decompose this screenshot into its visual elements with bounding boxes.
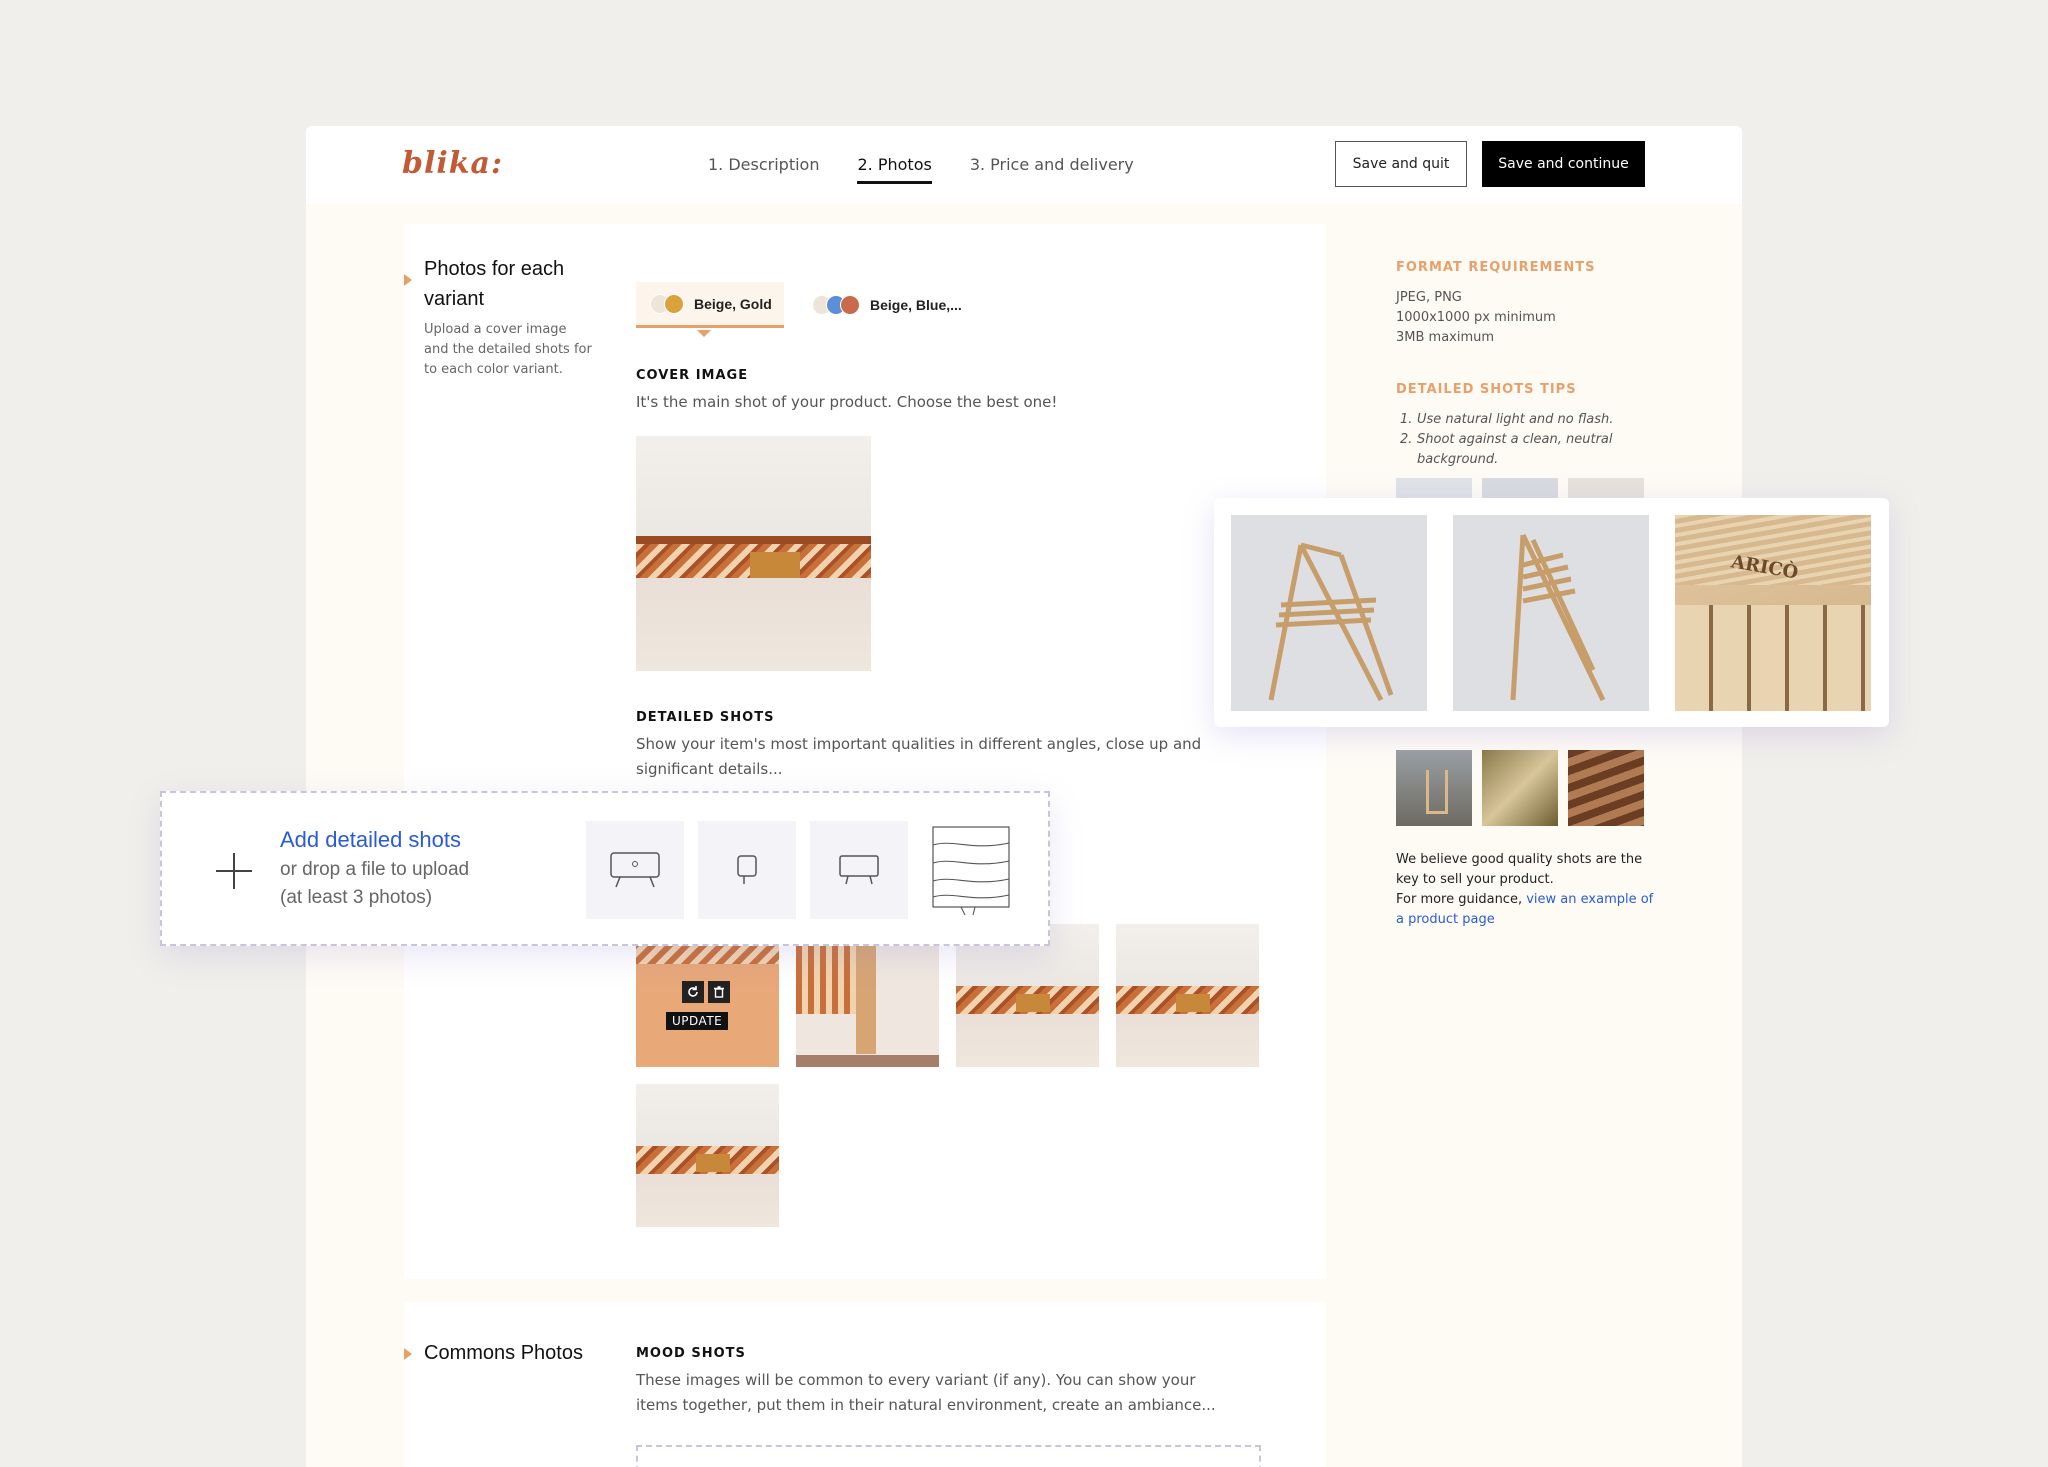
section-title: Photos for each variant [424,258,565,310]
example-link[interactable]: a product page [1396,912,1495,927]
format-line: JPEG, PNG [1396,290,1462,305]
variant-tab-label: Beige, Blue,... [870,297,962,313]
cover-image-label: COVER IMAGE [636,368,749,383]
tips-title: DETAILED SHOTS TIPS [1396,382,1577,397]
example-chair-folded [1453,515,1649,711]
guidance-line: a product page [1396,910,1656,930]
variant-tab-label: Beige, Gold [694,295,772,312]
color-swatch [664,293,684,314]
ghost-file-icon [810,821,908,919]
mood-shots-dropzone[interactable] [636,1445,1261,1467]
tip-item: background. [1417,452,1499,467]
save-and-continue-button[interactable]: Save and continue [1482,141,1645,187]
detailed-shots-dropzone[interactable]: Add detailed shots or drop a file to upl… [160,791,1050,946]
dropzone-hint: or drop a file to upload [280,859,470,880]
guidance-line: We believe good quality shots are the [1396,852,1643,867]
active-tab-caret-icon [697,330,711,337]
mood-shots-label: MOOD SHOTS [636,1346,746,1361]
example-chair-front [1231,515,1427,711]
refresh-icon[interactable] [682,981,704,1003]
brand-logo[interactable]: blika: [402,146,503,181]
step-navigation: 1. Description 2. Photos 3. Price and de… [708,126,1134,204]
section-subtitle: Upload a cover image and the detailed sh… [424,322,592,377]
save-and-quit-button[interactable]: Save and quit [1335,141,1467,187]
example-thumb [1482,750,1558,826]
example-wood-detail: ARICÒ [1675,515,1871,711]
example-link[interactable]: view an example of [1526,892,1653,907]
guidance-text: We believe good quality shots are the ke… [1396,850,1656,930]
commons-photos-card: Commons Photos MOOD SHOTS These images w… [404,1302,1326,1467]
section-arrow-icon [404,274,412,286]
photo-tools [682,981,730,1003]
step-photos[interactable]: 2. Photos [857,126,933,204]
format-line: 1000x1000 px minimum [1396,310,1556,325]
ghost-file-icon [698,821,796,919]
tip-item: Use natural light and no flash. [1417,412,1614,427]
top-bar: blika: 1. Description 2. Photos 3. Price… [306,126,1742,204]
ghost-file-icon [586,821,684,919]
detailed-shots-description: Show your item's most important qualitie… [636,735,1202,778]
tip-number: 2. [1400,432,1413,447]
mood-shots-description: These images will be common to every var… [636,1371,1216,1414]
format-requirements-title: FORMAT REQUIREMENTS [1396,260,1596,275]
example-thumb [1568,750,1644,826]
detailed-shot-5[interactable] [636,1084,779,1227]
example-photos-popover: ARICÒ [1214,498,1889,727]
variant-tab-beige-gold[interactable]: Beige, Gold [636,282,784,328]
tip-number: 1. [1400,412,1413,427]
guidance-line: key to sell your product. [1396,872,1554,887]
variant-photos-card: Photos for each variant Upload a cover i… [404,224,1326,1279]
format-line: 3MB maximum [1396,330,1495,345]
detailed-shots-label: DETAILED SHOTS [636,710,775,725]
dropzone-hint: (at least 3 photos) [280,887,433,908]
cover-image[interactable] [636,436,871,671]
step-description[interactable]: 1. Description [708,126,819,204]
update-tooltip: UPDATE [666,1012,729,1030]
add-detailed-shots-link[interactable]: Add detailed shots [280,827,461,853]
variant-tab-beige-blue[interactable]: Beige, Blue,... [812,282,992,328]
trash-icon[interactable] [708,981,730,1003]
detailed-shot-4[interactable] [1116,924,1259,1067]
cover-image-description: It's the main shot of your product. Choo… [636,393,1058,411]
ghost-file-icon [922,821,1020,919]
tip-item: Shoot against a clean, neutral [1417,432,1613,447]
guidance-lead: For more guidance, [1396,892,1523,907]
commons-title: Commons Photos [424,1342,583,1364]
guidance-line: For more guidance, view an example of [1396,890,1656,910]
example-thumb [1396,750,1472,826]
section-arrow-icon [404,1348,412,1360]
plus-icon[interactable] [216,853,252,889]
color-swatch [840,295,860,315]
step-price-delivery[interactable]: 3. Price and delivery [970,126,1134,204]
